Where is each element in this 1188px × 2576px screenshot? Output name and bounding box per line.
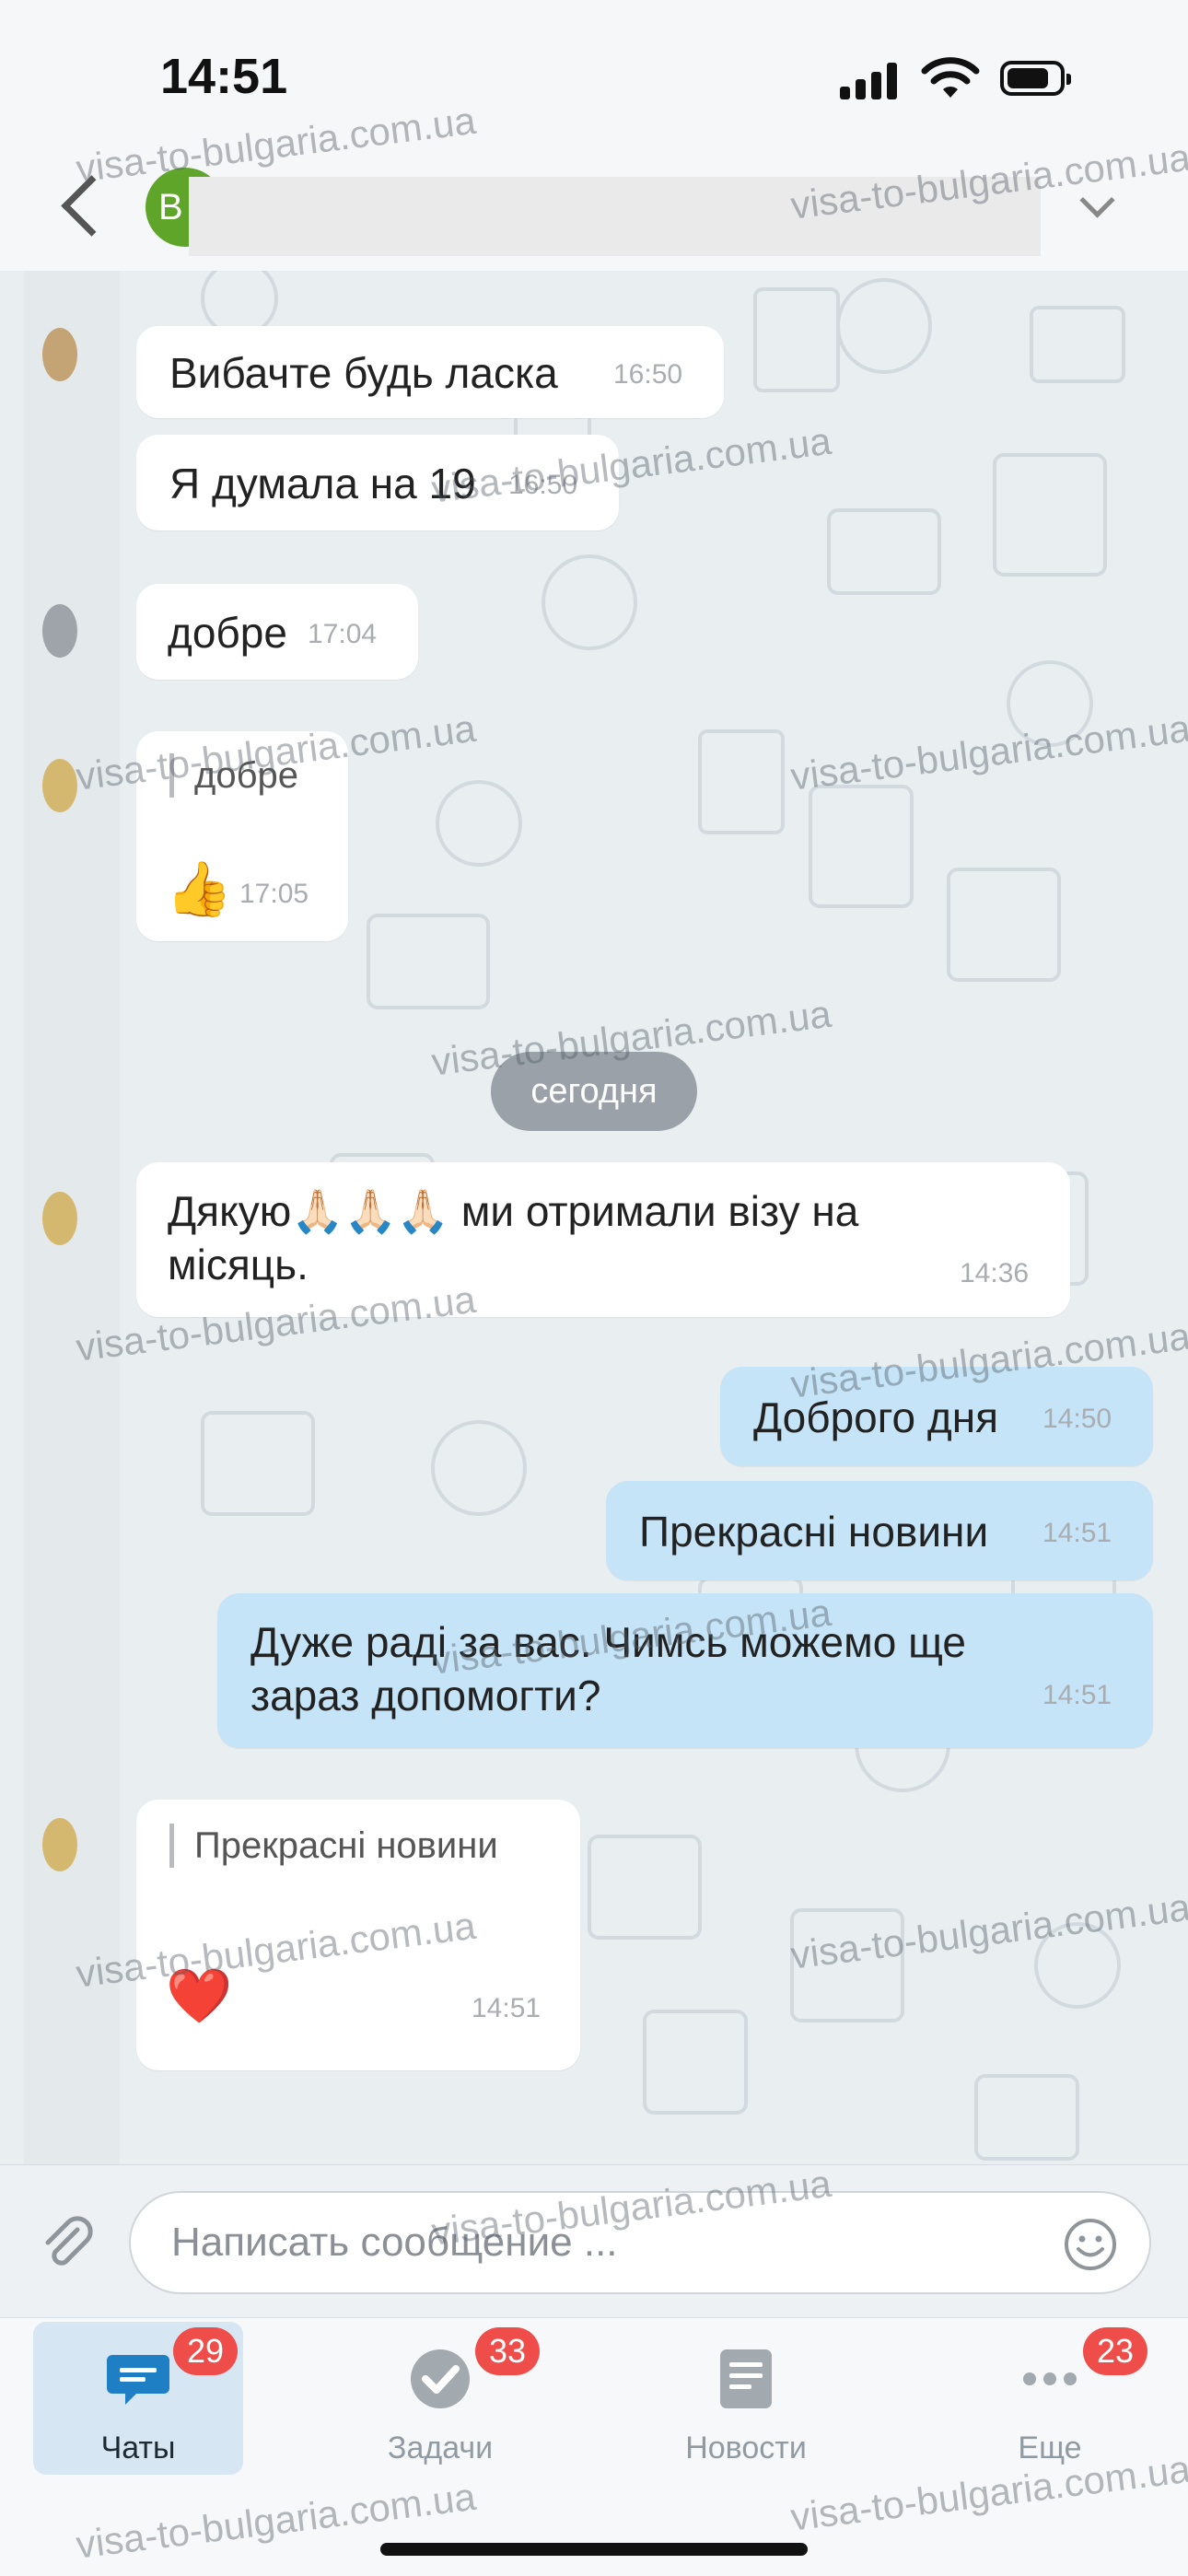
back-icon[interactable] <box>61 175 122 237</box>
tab-label: Задачи <box>387 2430 494 2465</box>
members-rail <box>24 271 120 2164</box>
message-time: 14:51 <box>1042 1680 1112 1710</box>
quoted-message[interactable]: Прекрасні новини <box>169 1824 498 1868</box>
message-time: 17:04 <box>308 619 378 649</box>
message-time: 16:50 <box>508 470 578 500</box>
chevron-down-icon[interactable] <box>1079 182 1115 218</box>
tab-label: Еще <box>1018 2430 1082 2465</box>
message-time: 16:50 <box>613 359 683 390</box>
tab-label: Чаты <box>100 2430 176 2465</box>
heart-emoji: ❤️ <box>166 1966 233 2026</box>
incoming-reply-message[interactable]: добре 👍 17:05 <box>136 731 348 941</box>
incoming-reply-message[interactable]: Прекрасні новини ❤️ 14:51 <box>136 1800 580 2070</box>
message-time: 17:05 <box>239 879 309 909</box>
quoted-message[interactable]: добре <box>169 753 298 798</box>
message-time: 14:51 <box>1042 1518 1112 1548</box>
message-time: 14:50 <box>1042 1404 1112 1434</box>
message-text: Я думала на 19 <box>169 460 476 507</box>
unread-badge: 29 <box>173 2327 238 2375</box>
member-avatar[interactable] <box>42 1818 77 1871</box>
message-text: Дуже раді за вас. Чимсь можемо ще зараз … <box>250 1618 967 1719</box>
outgoing-message[interactable]: Прекрасні новини 14:51 <box>606 1481 1153 1580</box>
home-indicator[interactable] <box>380 2543 808 2556</box>
tab-bar: Чаты 29 Задачи 33 Новости Еще 23 <box>0 2317 1188 2576</box>
outgoing-message[interactable]: Доброго дня 14:50 <box>720 1367 1153 1466</box>
cellular-signal-icon <box>840 63 897 99</box>
incoming-message[interactable]: Вибачте будь ласка 16:50 <box>136 326 724 418</box>
status-bar: 14:51 <box>0 0 1188 147</box>
message-time: 14:51 <box>472 1993 542 2023</box>
member-avatar[interactable] <box>42 759 77 812</box>
message-text: Дякую🙏🏻🙏🏻🙏🏻 ми отримали візу на місяць. <box>168 1187 859 1288</box>
chat-header: В <box>0 147 1188 272</box>
outgoing-message[interactable]: Дуже раді за вас. Чимсь можемо ще зараз … <box>217 1593 1153 1748</box>
incoming-message[interactable]: Дякую🙏🏻🙏🏻🙏🏻 ми отримали візу на місяць. … <box>136 1162 1070 1317</box>
paperclip-icon[interactable] <box>37 2213 96 2272</box>
news-icon <box>720 2349 772 2408</box>
member-avatar[interactable] <box>42 604 77 658</box>
message-list[interactable]: Вибачте будь ласка 16:50 Я думала на 19 … <box>0 271 1188 2164</box>
avatar-letter: В <box>158 187 183 227</box>
message-text: Прекрасні новини <box>639 1508 989 1556</box>
message-time: 14:36 <box>960 1258 1030 1288</box>
message-text: Доброго дня <box>753 1393 999 1441</box>
unread-badge: 33 <box>475 2327 540 2375</box>
more-dots-icon <box>1023 2372 1077 2385</box>
chat-title-redacted[interactable] <box>189 177 1041 256</box>
tab-news[interactable]: Новости <box>641 2322 851 2475</box>
unread-badge: 23 <box>1083 2327 1147 2375</box>
tasks-check-icon <box>411 2349 470 2408</box>
wifi-icon <box>921 57 980 98</box>
incoming-message[interactable]: Я думала на 19 16:50 <box>136 435 619 530</box>
thumbs-up-emoji: 👍 <box>166 859 233 919</box>
incoming-message[interactable]: добре 17:04 <box>136 584 418 680</box>
tab-chats[interactable]: Чаты 29 <box>33 2322 243 2475</box>
clock: 14:51 <box>160 49 288 104</box>
composer <box>0 2164 1188 2318</box>
member-avatar[interactable] <box>42 328 77 381</box>
battery-icon <box>1000 61 1071 96</box>
tab-label: Новости <box>685 2430 807 2465</box>
message-text: добре <box>168 609 287 657</box>
date-separator: сегодня <box>491 1052 697 1131</box>
smile-icon[interactable] <box>1063 2217 1118 2272</box>
tab-more[interactable]: Еще 23 <box>945 2322 1155 2475</box>
tab-tasks[interactable]: Задачи 33 <box>335 2322 545 2475</box>
member-avatar[interactable] <box>42 1192 77 1245</box>
message-input[interactable] <box>129 2191 1151 2294</box>
chat-icon <box>107 2355 169 2405</box>
message-text: Вибачте будь ласка <box>169 349 558 397</box>
